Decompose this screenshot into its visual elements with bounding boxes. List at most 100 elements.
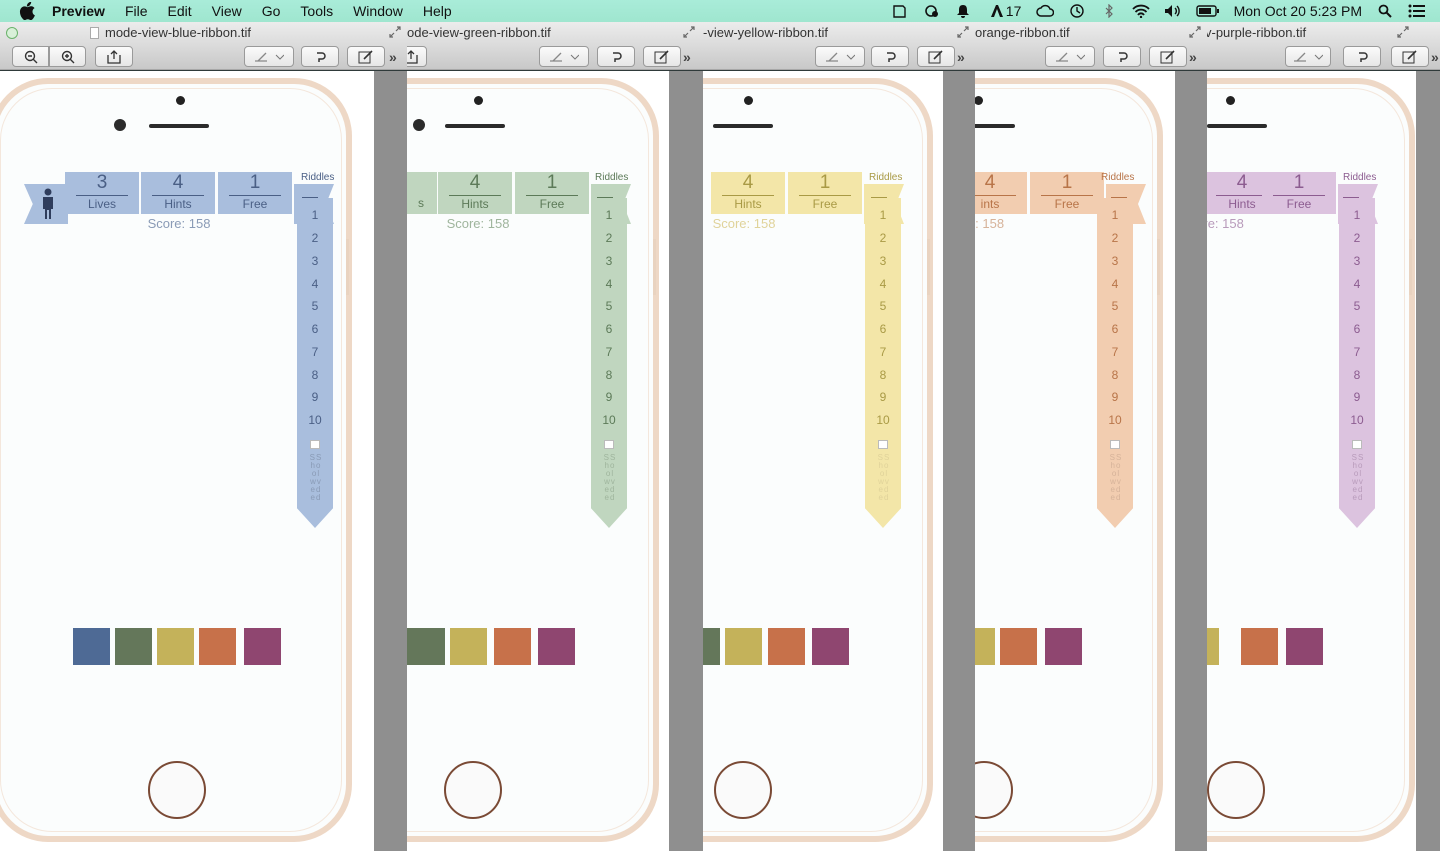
riddle-6[interactable]: 6 xyxy=(1097,322,1133,336)
color-swatch-green[interactable] xyxy=(115,628,152,665)
color-swatch-orange[interactable] xyxy=(768,628,805,665)
riddle-7[interactable]: 7 xyxy=(297,345,333,359)
markup-button[interactable] xyxy=(815,46,865,67)
riddle-5[interactable]: 5 xyxy=(1097,299,1133,313)
fullscreen-icon[interactable] xyxy=(957,26,969,38)
riddle-1[interactable]: 1 xyxy=(1339,208,1375,222)
riddle-8[interactable]: 8 xyxy=(1097,368,1133,382)
riddle-9[interactable]: 9 xyxy=(1339,390,1375,404)
color-swatch-yellow[interactable] xyxy=(1205,628,1219,665)
show-solved-checkbox[interactable] xyxy=(1352,440,1362,449)
riddle-6[interactable]: 6 xyxy=(591,322,627,336)
show-solved-checkbox[interactable] xyxy=(310,440,320,449)
color-swatch-yellow[interactable] xyxy=(973,628,995,665)
title-bar[interactable]: -view-yellow-ribbon.tif xyxy=(701,22,975,44)
home-button[interactable] xyxy=(1207,761,1265,819)
notes-icon[interactable] xyxy=(890,4,908,18)
time-machine-icon[interactable] xyxy=(1068,4,1086,18)
riddle-9[interactable]: 9 xyxy=(591,390,627,404)
toolbar-overflow-icon[interactable]: » xyxy=(683,49,691,65)
menubar-clock[interactable]: Mon Oct 20 5:23 PM xyxy=(1234,3,1362,19)
title-bar[interactable]: v-purple-ribbon.tif xyxy=(1205,22,1440,44)
color-swatch-yellow[interactable] xyxy=(725,628,762,665)
notification-center-icon[interactable] xyxy=(1408,4,1426,18)
riddle-2[interactable]: 2 xyxy=(591,231,627,245)
toolbar-overflow-icon[interactable]: » xyxy=(957,49,965,65)
toolbar-overflow-icon[interactable]: » xyxy=(1189,49,1197,65)
toolbar-overflow-icon[interactable]: » xyxy=(1431,49,1439,65)
riddle-10[interactable]: 10 xyxy=(1339,413,1375,427)
rotate-button[interactable] xyxy=(301,46,339,67)
menu-help[interactable]: Help xyxy=(423,3,452,19)
riddle-3[interactable]: 3 xyxy=(591,254,627,268)
color-swatch-orange[interactable] xyxy=(494,628,531,665)
riddle-1[interactable]: 1 xyxy=(591,208,627,222)
riddle-2[interactable]: 2 xyxy=(297,231,333,245)
color-swatch-yellow[interactable] xyxy=(450,628,487,665)
riddle-1[interactable]: 1 xyxy=(865,208,901,222)
riddle-1[interactable]: 1 xyxy=(1097,208,1133,222)
fullscreen-icon[interactable] xyxy=(389,26,401,38)
rotate-button[interactable] xyxy=(871,46,909,67)
riddle-2[interactable]: 2 xyxy=(1339,231,1375,245)
menu-go[interactable]: Go xyxy=(262,3,281,19)
volume-icon[interactable] xyxy=(1164,4,1182,18)
riddle-4[interactable]: 4 xyxy=(297,277,333,291)
riddle-2[interactable]: 2 xyxy=(865,231,901,245)
color-swatch-purple[interactable] xyxy=(244,628,281,665)
title-bar[interactable]: orange-ribbon.tif xyxy=(973,22,1207,44)
riddle-6[interactable]: 6 xyxy=(865,322,901,336)
apple-menu-icon[interactable] xyxy=(18,2,36,20)
color-swatch-purple[interactable] xyxy=(1045,628,1082,665)
menu-app-name[interactable]: Preview xyxy=(52,3,105,19)
zoom-in-button[interactable] xyxy=(49,46,86,67)
riddle-7[interactable]: 7 xyxy=(865,345,901,359)
home-button[interactable] xyxy=(444,761,502,819)
fullscreen-icon[interactable] xyxy=(1189,26,1201,38)
show-solved-checkbox[interactable] xyxy=(604,440,614,449)
menu-tools[interactable]: Tools xyxy=(300,3,333,19)
annotate-button[interactable] xyxy=(917,46,955,67)
riddle-5[interactable]: 5 xyxy=(297,299,333,313)
color-swatch-orange[interactable] xyxy=(199,628,236,665)
riddle-3[interactable]: 3 xyxy=(297,254,333,268)
riddle-6[interactable]: 6 xyxy=(297,322,333,336)
adobe-icon[interactable]: 17 xyxy=(986,3,1026,19)
riddle-3[interactable]: 3 xyxy=(1339,254,1375,268)
markup-button[interactable] xyxy=(539,46,589,67)
spotlight-search-icon[interactable] xyxy=(1376,4,1394,18)
color-swatch-blue[interactable] xyxy=(73,628,110,665)
riddle-3[interactable]: 3 xyxy=(865,254,901,268)
color-swatch-purple[interactable] xyxy=(812,628,849,665)
share-button[interactable] xyxy=(95,46,133,67)
title-bar[interactable]: ode-view-green-ribbon.tif xyxy=(405,22,703,44)
show-solved-checkbox[interactable] xyxy=(878,440,888,449)
share-button[interactable] xyxy=(405,46,427,67)
window-close-button[interactable] xyxy=(6,27,18,39)
riddle-4[interactable]: 4 xyxy=(865,277,901,291)
markup-button[interactable] xyxy=(1285,46,1331,67)
riddle-8[interactable]: 8 xyxy=(865,368,901,382)
creative-cloud-icon[interactable] xyxy=(1035,4,1054,18)
riddle-1[interactable]: 1 xyxy=(297,208,333,222)
riddle-4[interactable]: 4 xyxy=(1339,277,1375,291)
zoom-out-button[interactable] xyxy=(12,46,49,67)
wifi-icon[interactable] xyxy=(1131,4,1150,18)
menu-edit[interactable]: Edit xyxy=(168,3,192,19)
riddle-5[interactable]: 5 xyxy=(1339,299,1375,313)
riddle-2[interactable]: 2 xyxy=(1097,231,1133,245)
annotate-button[interactable] xyxy=(347,46,385,67)
riddle-3[interactable]: 3 xyxy=(1097,254,1133,268)
riddle-10[interactable]: 10 xyxy=(865,413,901,427)
riddle-9[interactable]: 9 xyxy=(865,390,901,404)
riddle-10[interactable]: 10 xyxy=(591,413,627,427)
color-swatch-yellow[interactable] xyxy=(157,628,194,665)
color-swatch-green[interactable] xyxy=(405,628,445,665)
annotate-button[interactable] xyxy=(1391,46,1429,67)
battery-icon[interactable] xyxy=(1195,4,1220,18)
riddle-10[interactable]: 10 xyxy=(1097,413,1133,427)
home-button[interactable] xyxy=(714,761,772,819)
riddle-4[interactable]: 4 xyxy=(591,277,627,291)
riddle-10[interactable]: 10 xyxy=(297,413,333,427)
riddle-9[interactable]: 9 xyxy=(297,390,333,404)
